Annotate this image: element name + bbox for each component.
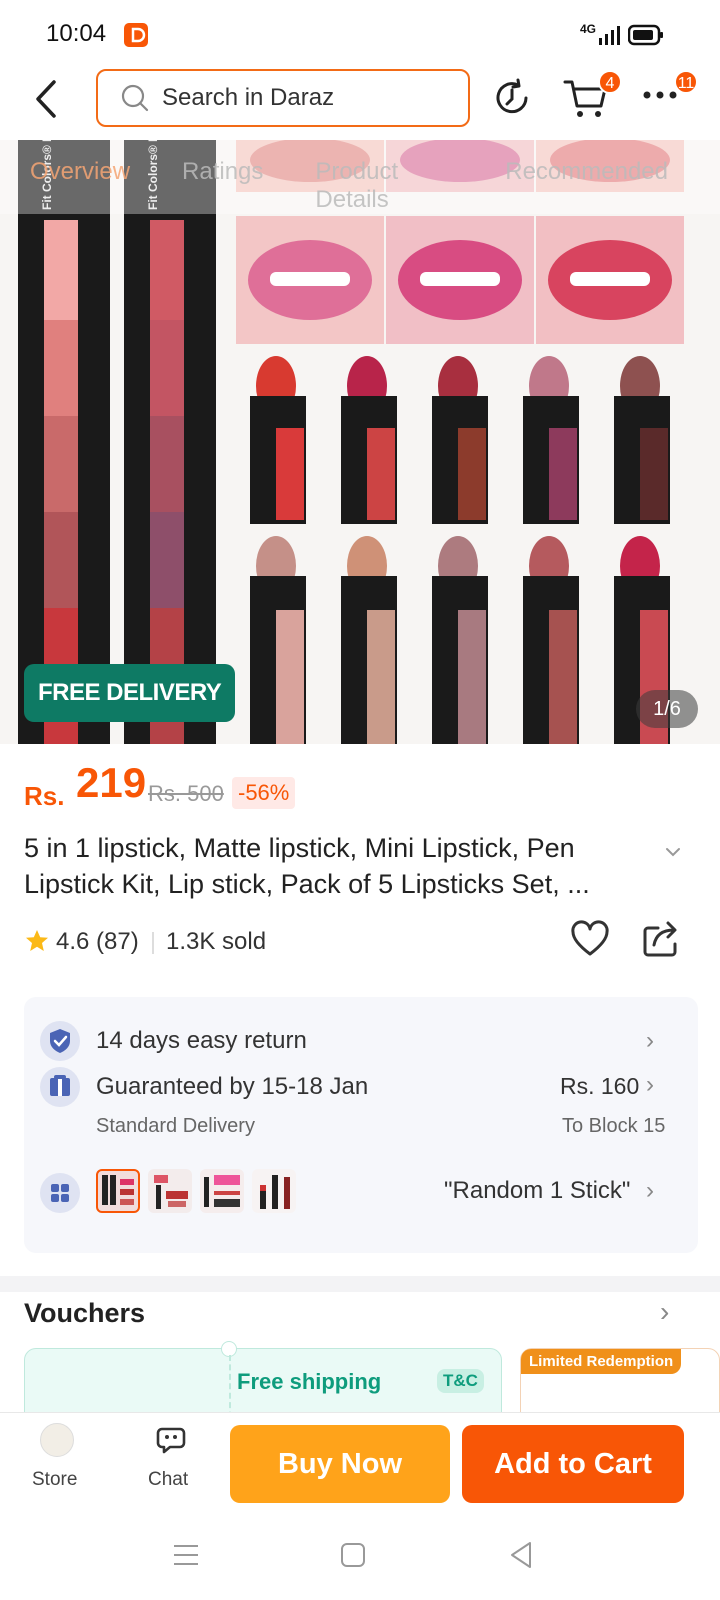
tc-badge[interactable]: T&C	[437, 1369, 484, 1393]
free-delivery-badge: FREE DELIVERY	[24, 664, 236, 722]
variant-chevron-icon: ›	[646, 1177, 654, 1204]
add-to-cart-button[interactable]: Add to Cart	[462, 1425, 684, 1503]
image-counter: 1/6	[636, 690, 698, 728]
tab-ratings[interactable]: Ratings	[182, 158, 263, 202]
limited-voucher[interactable]: Limited Redemption	[520, 1348, 720, 1412]
services-card: 14 days easy return › Guaranteed by 15-1…	[24, 997, 698, 1253]
star-icon	[26, 930, 48, 951]
sold-count: 1.3K sold	[166, 928, 267, 955]
buy-now-button[interactable]: Buy Now	[230, 1425, 450, 1503]
variants-grid-icon	[40, 1173, 80, 1213]
product-title: 5 in 1 lipstick, Matte lipstick, Mini Li…	[24, 833, 590, 899]
back-arrow-icon[interactable]	[30, 78, 62, 120]
rating-row: 4.6 (87) 1.3K sold	[24, 920, 704, 964]
return-text: 14 days easy return	[96, 1027, 307, 1054]
free-shipping-label: Free shipping	[237, 1369, 382, 1394]
cart-count-badge: 4	[598, 70, 622, 94]
delivery-type: Standard Delivery	[96, 1115, 255, 1137]
review-count[interactable]: (87)	[96, 928, 139, 956]
variant-thumb-2[interactable]	[148, 1169, 192, 1213]
product-image-carousel[interactable]: Fit Colors® LIPSTICK Fit Colors® LIPSTIC…	[0, 140, 720, 744]
status-bar: 10:04 4G	[0, 0, 720, 60]
top-bar: Search in Daraz 4 11	[0, 60, 720, 140]
meta-divider	[152, 932, 154, 954]
tab-recommended[interactable]: Recommended	[505, 158, 668, 202]
section-divider	[0, 1276, 720, 1292]
price-currency: Rs.	[24, 781, 65, 811]
search-placeholder: Search in Daraz	[162, 84, 335, 111]
vouchers-title: Vouchers	[24, 1298, 146, 1328]
store-button[interactable]: Store	[20, 1423, 92, 1503]
price-amount: 219	[76, 759, 147, 806]
expand-title-chevron-icon[interactable]	[664, 846, 682, 858]
guarantee-text: Guaranteed by 15-18 Jan	[96, 1073, 369, 1100]
return-chevron-icon: ›	[646, 1027, 654, 1054]
limited-redemption-badge: Limited Redemption	[521, 1349, 682, 1374]
tab-overview[interactable]: Overview	[30, 158, 130, 202]
price-row: Rs. 219 Rs. 500 -56%	[24, 759, 704, 819]
search-icon	[121, 84, 149, 112]
tab-product-details[interactable]: Product Details	[315, 158, 453, 213]
more-options-icon[interactable]	[642, 90, 678, 100]
delivery-chevron-icon: ›	[646, 1071, 654, 1098]
delivery-price: Rs. 160	[560, 1073, 640, 1099]
product-image	[0, 140, 720, 744]
share-icon[interactable]	[642, 918, 680, 958]
wishlist-heart-icon[interactable]	[570, 920, 610, 960]
voucher-dash	[229, 1355, 231, 1412]
more-count-badge: 11	[674, 70, 698, 94]
chat-icon	[156, 1427, 186, 1454]
variant-thumb-3[interactable]	[200, 1169, 244, 1213]
vouchers-section: Vouchers › Free shipping T&C Limited Red…	[0, 1292, 720, 1412]
delivery-box-icon	[40, 1067, 80, 1107]
chat-label: Chat	[148, 1469, 189, 1490]
history-icon[interactable]	[492, 78, 532, 118]
discount-badge: -56%	[232, 777, 296, 809]
bottom-action-bar: Store Chat Buy Now Add to Cart	[0, 1412, 720, 1522]
section-tabs: Overview Ratings Product Details Recomme…	[0, 158, 720, 213]
signal-icon	[599, 26, 620, 45]
original-price: Rs. 500	[148, 781, 224, 806]
return-shield-icon	[40, 1021, 80, 1061]
home-icon[interactable]	[340, 1542, 366, 1568]
store-label: Store	[32, 1469, 78, 1490]
network-type-label: 4G	[580, 22, 597, 36]
system-back-icon[interactable]	[508, 1540, 534, 1570]
variant-text: "Random 1 Stick"	[444, 1177, 631, 1204]
daraz-notification-icon	[124, 23, 148, 47]
variant-thumb-1[interactable]	[96, 1169, 140, 1213]
system-navigation-bar	[0, 1522, 720, 1600]
store-logo-icon	[40, 1423, 74, 1457]
delivery-destination: To Block 15	[562, 1115, 666, 1137]
chat-button[interactable]: Chat	[136, 1423, 208, 1503]
rating-value: 4.6	[56, 928, 90, 955]
vouchers-chevron-icon[interactable]: ›	[660, 1296, 669, 1328]
recent-apps-icon[interactable]	[172, 1542, 200, 1568]
status-time: 10:04	[46, 20, 107, 47]
search-input[interactable]: Search in Daraz	[96, 69, 470, 127]
free-shipping-voucher[interactable]: Free shipping T&C	[24, 1341, 502, 1412]
battery-icon	[628, 24, 663, 46]
variant-thumb-4[interactable]	[252, 1169, 296, 1213]
